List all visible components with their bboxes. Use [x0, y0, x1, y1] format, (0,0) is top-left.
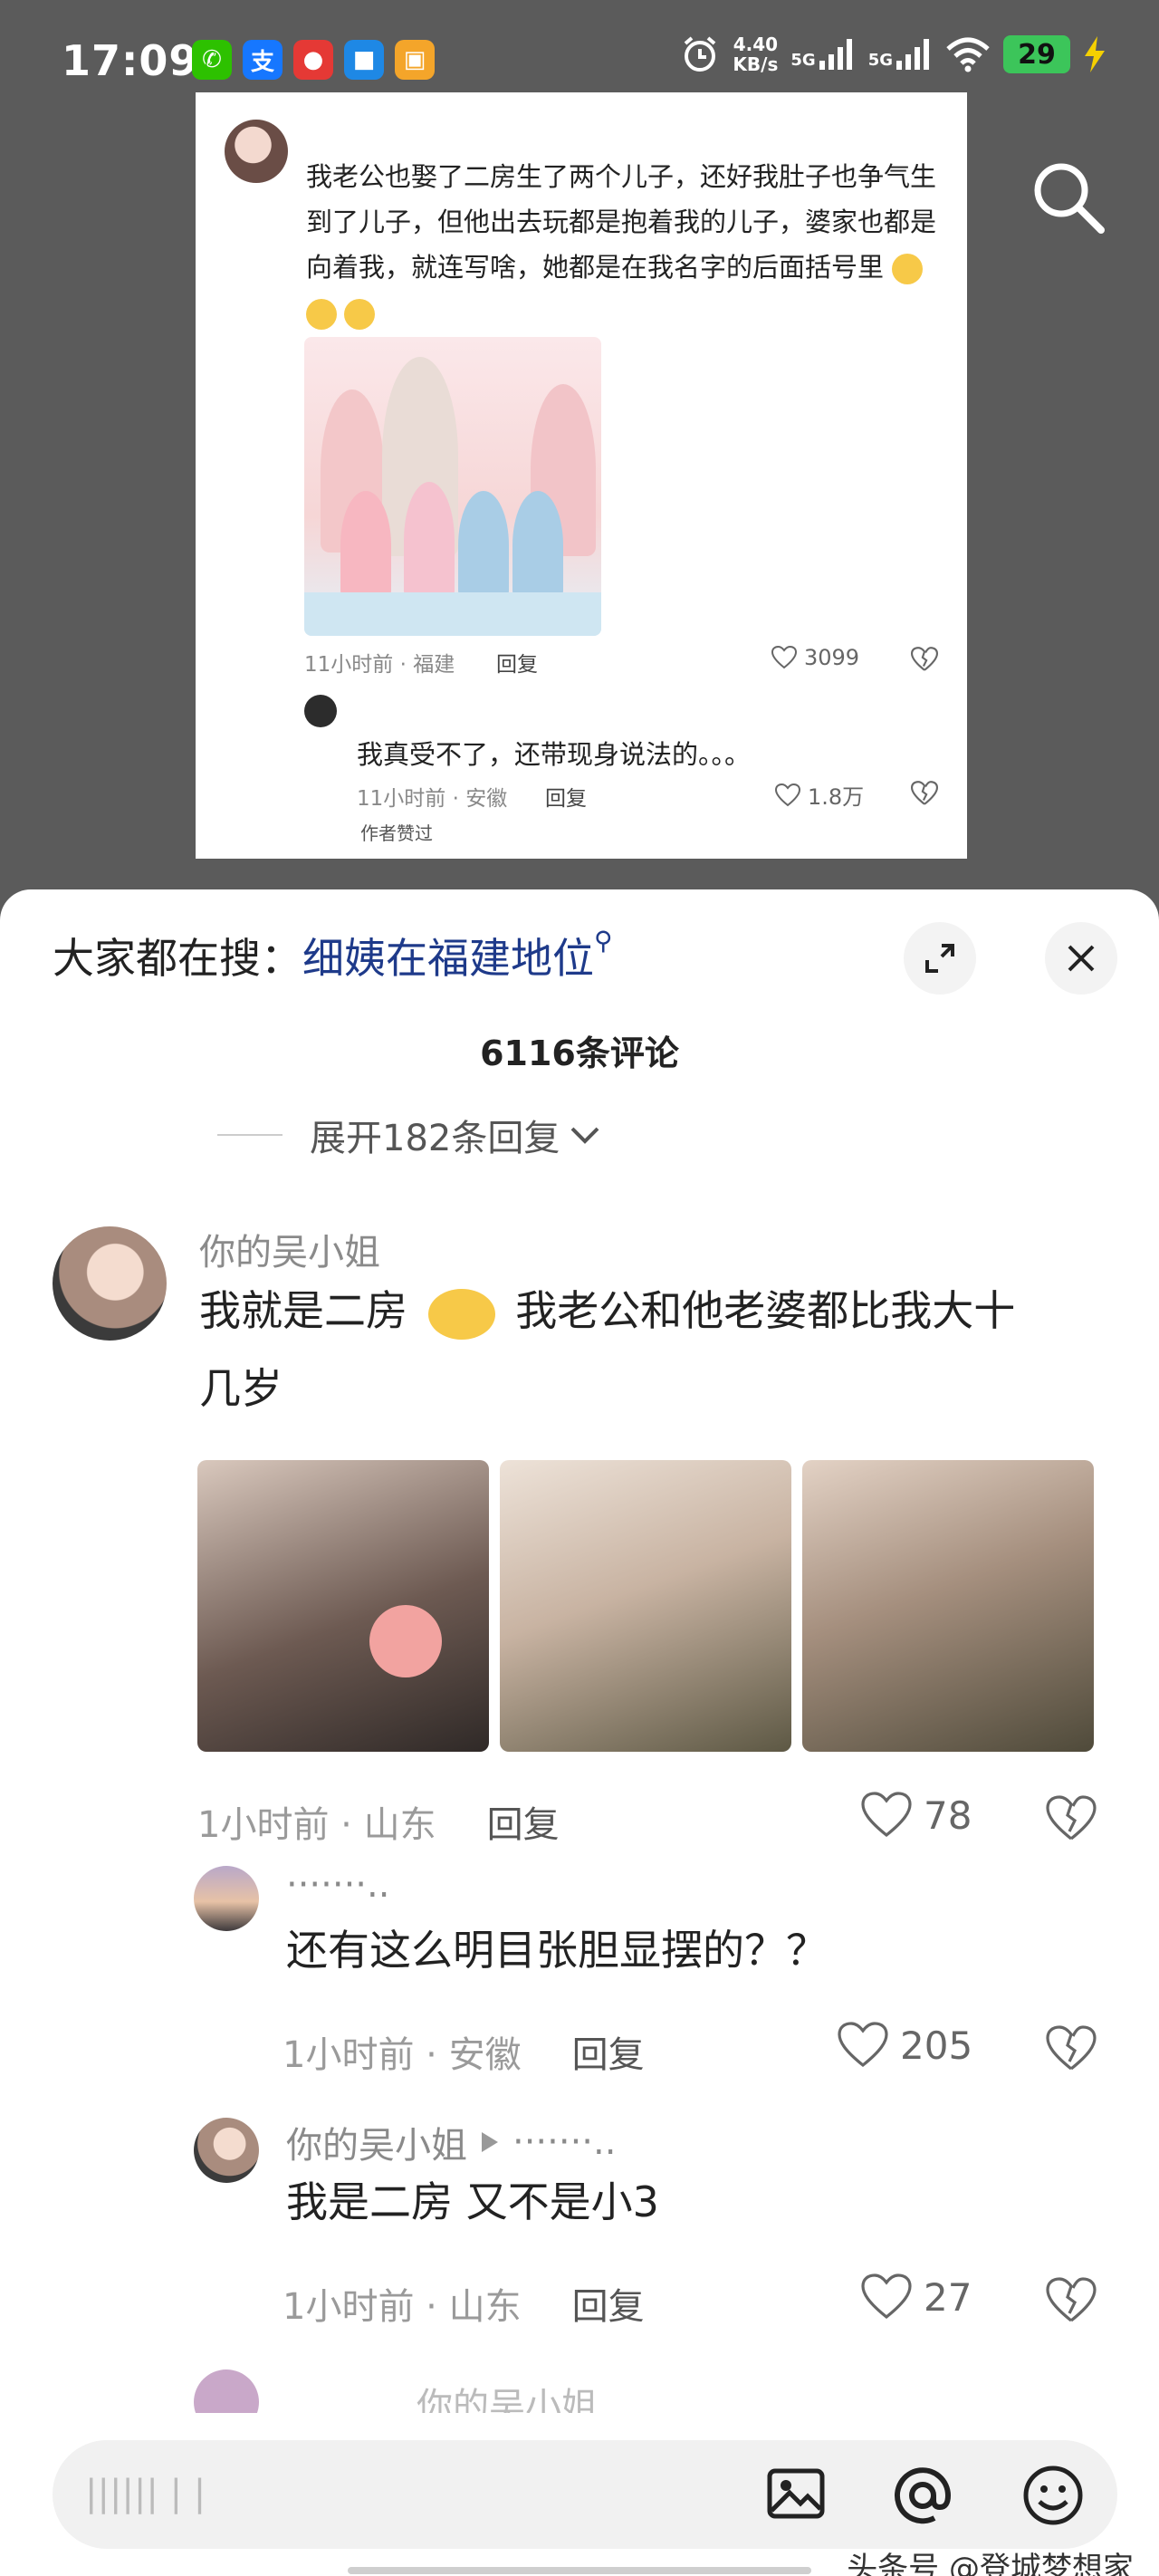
search-icon[interactable]: [1027, 156, 1110, 239]
signal-1: 5G: [790, 39, 855, 70]
thinking-emoji-icon: [892, 254, 924, 284]
heart-icon: [861, 1792, 912, 1838]
family-illustration-image: [304, 337, 601, 636]
card-post-text: 我老公也娶了二房生了两个儿子，还好我肚子也争气生到了儿子，但他出去玩都是抱着我的…: [306, 154, 940, 335]
avatar: [225, 120, 288, 183]
comment-text: 我是二房 又不是小3: [286, 2177, 659, 2226]
comment-author[interactable]: 你的吴小姐: [199, 1223, 380, 1275]
avatar: [304, 695, 337, 727]
comment-meta: 1小时前 · 山东 回复: [197, 1795, 560, 1848]
watermark: 头条号 @登城梦想家: [847, 2551, 1134, 2576]
comment-input[interactable]: |||||| | |: [53, 2440, 1117, 2549]
signal-icon: [819, 39, 852, 70]
card-time-location: 11小时前 · 福建: [304, 653, 455, 677]
app-icon-red: ●: [293, 40, 333, 80]
thinking-emoji-icon: [306, 299, 337, 330]
comment-input-placeholder: |||||| | |: [85, 2473, 206, 2514]
reply-button[interactable]: 回复: [572, 2025, 645, 2078]
search-icon: ⚲: [594, 926, 613, 956]
heart-icon: [838, 2022, 888, 2068]
comment-meta: 1小时前 · 安徽 回复: [283, 2025, 645, 2078]
comment-author[interactable]: ·······..: [286, 1864, 389, 1906]
comment-count: 6116条评论: [480, 1033, 679, 1073]
trending-search[interactable]: 大家都在搜：细姨在福建地位⚲: [53, 926, 613, 985]
image-icon[interactable]: [766, 2464, 826, 2523]
broken-heart-icon[interactable]: [1045, 2277, 1097, 2324]
trending-search-keyword[interactable]: 细姨在福建地位: [302, 934, 594, 983]
comment-text: 我就是二房 我老公和他老婆都比我大十 几岁: [199, 1286, 1016, 1413]
reply-to-author[interactable]: ·······..: [512, 2121, 616, 2163]
alarm-icon: [685, 36, 716, 72]
charging-icon: [1085, 36, 1105, 72]
chevron-down-icon: [570, 1127, 599, 1144]
reply-button[interactable]: 回复: [487, 1795, 560, 1848]
wechat-icon: ✆: [192, 40, 232, 80]
reply-button[interactable]: 回复: [572, 2277, 645, 2330]
author-liked-badge: 作者赞过: [360, 822, 433, 844]
comment-photo[interactable]: [802, 1460, 1094, 1752]
divider: [217, 1134, 283, 1136]
comment-author-row: 你的吴小姐 ·······..: [286, 2116, 616, 2168]
comment-author[interactable]: 你的吴小姐: [286, 2116, 467, 2168]
status-app-icons: ✆ 支 ● ■ ▣: [192, 40, 435, 80]
heart-icon: [775, 783, 800, 806]
expand-icon: [925, 944, 954, 973]
heart-icon: [861, 2273, 912, 2320]
card-like-button[interactable]: 3099: [771, 645, 859, 670]
broken-heart-icon[interactable]: [911, 781, 938, 806]
expand-replies-button[interactable]: 展开182条回复: [217, 1109, 603, 1161]
alipay-icon: 支: [243, 40, 283, 80]
like-button[interactable]: 205: [837, 2022, 972, 2069]
comments-sheet: 大家都在搜：细姨在福建地位⚲ 6116条评论 展开182条回复 你的吴小姐 我就…: [0, 889, 1159, 2576]
like-button[interactable]: 78: [860, 1792, 972, 1839]
app-icon-orange: ▣: [395, 40, 435, 80]
heart-icon: [771, 646, 797, 669]
comment-meta: 1小时前 · 山东 回复: [283, 2277, 645, 2330]
like-button[interactable]: 27: [860, 2273, 972, 2321]
broken-heart-icon[interactable]: [1045, 1795, 1097, 1842]
comment-text: 还有这么明目张胆显摆的？？: [286, 1926, 828, 1975]
signal-2: 5G: [868, 39, 933, 70]
card-reply-time-location: 11小时前 · 安徽: [357, 787, 508, 811]
blushing-emoji-icon: [427, 1288, 495, 1340]
broken-heart-icon[interactable]: [1045, 2025, 1097, 2072]
wifi-icon: [946, 37, 990, 72]
close-button[interactable]: [1045, 922, 1117, 995]
avatar[interactable]: [194, 2118, 259, 2183]
card-reply-like-button[interactable]: 1.8万: [775, 779, 864, 811]
broken-heart-icon[interactable]: [911, 647, 938, 672]
card-reply-reply-button[interactable]: 回复: [545, 781, 587, 812]
signal-icon: [896, 39, 929, 70]
status-time: 17:09: [62, 36, 199, 85]
app-icon-blue: ■: [344, 40, 384, 80]
comment-photo[interactable]: [197, 1460, 489, 1752]
battery-indicator: 29: [1003, 35, 1070, 73]
home-indicator[interactable]: [348, 2567, 811, 2574]
net-speed: 4.40 KB/s: [733, 34, 779, 75]
card-reply-text: 我真受不了，还带现身说法的。。。: [357, 739, 752, 770]
avatar[interactable]: [53, 1226, 167, 1341]
status-right: 4.40 KB/s 5G 5G 29: [680, 34, 1106, 74]
emoji-icon[interactable]: [1021, 2464, 1085, 2527]
mention-icon[interactable]: [891, 2464, 954, 2527]
card-reply-button[interactable]: 回复: [496, 647, 538, 678]
embedded-screenshot-card: 我老公也娶了二房生了两个儿子，还好我肚子也争气生到了儿子，但他出去玩都是抱着我的…: [196, 92, 967, 859]
play-arrow-icon: [482, 2132, 498, 2152]
comment-photo[interactable]: [500, 1460, 791, 1752]
thinking-emoji-icon: [344, 299, 375, 330]
avatar[interactable]: [194, 1866, 259, 1931]
close-icon: [1068, 945, 1095, 972]
expand-button[interactable]: [904, 922, 976, 995]
